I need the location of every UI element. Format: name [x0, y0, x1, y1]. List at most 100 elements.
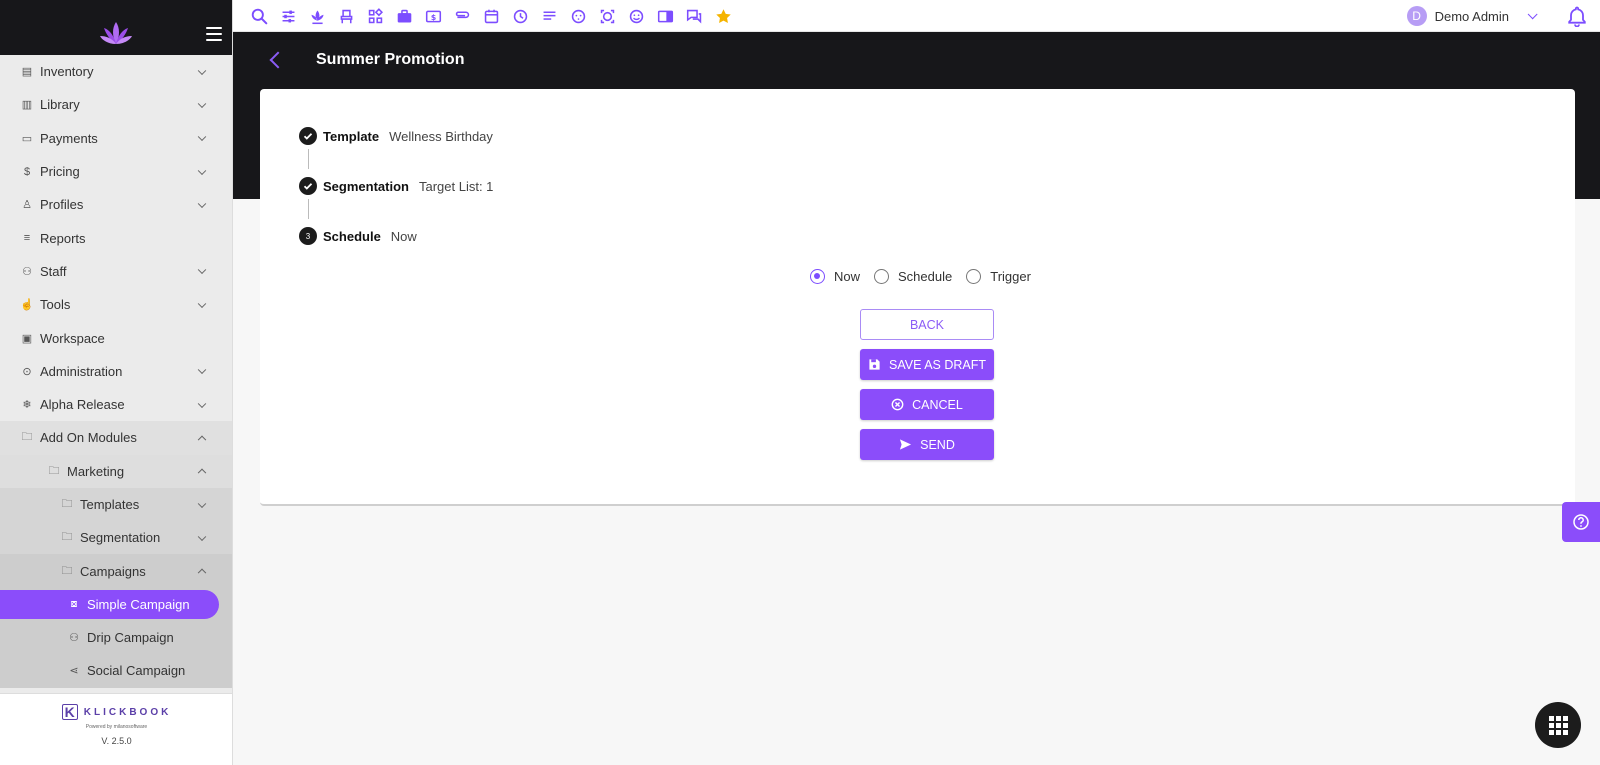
radio-schedule[interactable]: Schedule	[874, 269, 952, 284]
calendar-icon[interactable]	[477, 5, 506, 27]
sidebar-item-social-campaign[interactable]: ⋖ Social Campaign	[0, 654, 232, 688]
sliders-icon[interactable]	[274, 5, 303, 27]
save-icon	[869, 359, 880, 370]
clock-icon[interactable]	[506, 5, 535, 27]
briefcase-icon[interactable]	[390, 5, 419, 27]
user-menu[interactable]: D Demo Admin	[1406, 6, 1538, 26]
sidebar-item-pricing[interactable]: $ Pricing	[0, 154, 232, 189]
notes-icon[interactable]	[535, 5, 564, 27]
share-icon: ⋖	[69, 665, 79, 678]
step-title: Schedule	[323, 228, 381, 244]
save-as-draft-button[interactable]: SAVE AS DRAFT	[860, 349, 994, 380]
sidebar-item-templates[interactable]: 🗀 Templates	[0, 487, 232, 522]
chevron-down-icon	[197, 532, 207, 541]
star-icon[interactable]	[709, 5, 738, 27]
sidebar-item-profiles[interactable]: ♙ Profiles	[0, 188, 232, 222]
spa-icon[interactable]	[303, 5, 332, 27]
page-title: Summer Promotion	[316, 51, 465, 68]
chair-icon[interactable]	[332, 5, 361, 27]
campaign-icon: ⧇	[70, 597, 78, 610]
cancel-label: CANCEL	[912, 397, 963, 412]
reports-icon: ≡	[23, 232, 31, 245]
avatar: D	[1406, 6, 1427, 26]
apps-grid-button[interactable]	[1535, 702, 1581, 748]
payments-icon: ▭	[21, 132, 33, 145]
chat-icon[interactable]	[680, 5, 709, 27]
step-value: Target List: 1	[418, 178, 494, 194]
sidebar-item-tools[interactable]: ☝ Tools	[0, 288, 232, 322]
chevron-down-icon	[197, 399, 207, 408]
smile-icon[interactable]	[622, 5, 651, 27]
radio-icon	[874, 269, 890, 284]
widgets-icon[interactable]	[361, 5, 390, 27]
radio-now[interactable]: Now	[810, 269, 860, 284]
menu-toggle-button[interactable]	[206, 27, 222, 41]
step-value: Wellness Birthday	[389, 128, 493, 144]
sidebar-footer: K KLICKBOOK Powered by milanosoftware V.…	[0, 693, 232, 765]
sidebar-item-label: Pricing	[40, 164, 80, 180]
save-as-draft-label: SAVE AS DRAFT	[888, 357, 986, 372]
radio-label: Trigger	[990, 269, 1031, 284]
sidebar-item-payments[interactable]: ▭ Payments	[0, 121, 232, 155]
send-icon	[900, 439, 912, 450]
check-icon	[299, 127, 317, 145]
face-icon[interactable]	[564, 5, 593, 27]
sidebar: ▤ Inventory ▥ Library ▭ Payments $ Prici…	[0, 0, 233, 765]
sidebar-item-label: Staff	[40, 263, 67, 279]
step-title: Segmentation	[323, 178, 409, 194]
bell-icon[interactable]	[1566, 5, 1588, 27]
sidebar-item-label: Drip Campaign	[87, 630, 174, 646]
sidebar-nav: ▤ Inventory ▥ Library ▭ Payments $ Prici…	[0, 55, 232, 688]
radio-trigger[interactable]: Trigger	[966, 269, 1031, 284]
radio-label: Now	[834, 269, 861, 284]
library-icon: ▥	[21, 99, 33, 112]
sidebar-item-staff[interactable]: ⚇ Staff	[0, 254, 232, 289]
face-scan-icon[interactable]	[593, 5, 622, 27]
send-button[interactable]: SEND	[860, 429, 994, 460]
folder-icon: 🗀	[61, 531, 73, 544]
sidebar-item-workspace[interactable]: ▣ Workspace	[0, 321, 232, 355]
user-name: Demo Admin	[1434, 8, 1509, 24]
book-open-icon[interactable]	[651, 5, 680, 27]
sidebar-item-add-on-modules[interactable]: 🗀 Add On Modules	[0, 421, 232, 455]
sidebar-item-label: Inventory	[40, 64, 94, 80]
brand-name: KLICKBOOK	[83, 706, 172, 718]
cancel-button[interactable]: CANCEL	[860, 389, 994, 420]
money-icon[interactable]: $	[419, 5, 448, 27]
send-label: SEND	[920, 437, 955, 452]
chevron-down-icon	[197, 499, 207, 508]
search-icon[interactable]	[245, 5, 274, 27]
schedule-options: Now Schedule Trigger	[810, 269, 1031, 284]
folder-icon: 🗀	[61, 498, 73, 510]
sidebar-item-reports[interactable]: ≡ Reports	[0, 221, 232, 255]
step-title: Template	[323, 128, 380, 144]
folder-icon: 🗀	[48, 464, 60, 477]
help-button[interactable]	[1562, 502, 1600, 542]
sidebar-item-label: Templates	[80, 497, 140, 512]
sidebar-item-segmentation[interactable]: 🗀 Segmentation	[0, 521, 232, 555]
sidebar-item-drip-campaign[interactable]: ⚇ Drip Campaign	[0, 621, 232, 655]
chevron-down-icon	[197, 66, 207, 75]
back-button[interactable]: BACK	[860, 309, 994, 340]
chevron-up-icon	[197, 568, 207, 578]
chevron-down-icon	[197, 132, 207, 142]
sidebar-item-marketing[interactable]: 🗀 Marketing	[0, 454, 232, 488]
sidebar-item-alpha-release[interactable]: ❄ Alpha Release	[0, 387, 232, 422]
sidebar-item-inventory[interactable]: ▤ Inventory	[0, 55, 232, 89]
sidebar-item-simple-campaign[interactable]: ⧇ Simple Campaign	[0, 587, 232, 622]
chevron-up-icon	[197, 435, 207, 444]
dollar-icon: $	[23, 165, 31, 178]
attachment-icon[interactable]	[448, 5, 477, 27]
sidebar-item-library[interactable]: ▥ Library	[0, 88, 232, 122]
sidebar-item-label: Payments	[40, 130, 98, 146]
staff-icon: ⚇	[22, 265, 32, 278]
sidebar-item-administration[interactable]: ⊙ Administration	[0, 354, 232, 388]
admin-icon: ⊙	[22, 365, 32, 378]
sidebar-item-campaigns[interactable]: 🗀 Campaigns	[0, 554, 232, 588]
campaign-wizard-card: Template Wellness Birthday Segmentation …	[260, 89, 1575, 506]
step-value: Now	[390, 228, 417, 244]
chevron-down-icon	[197, 265, 207, 275]
sidebar-item-label: Campaigns	[80, 563, 146, 579]
svg-text:$: $	[431, 12, 436, 21]
powered-by: Powered by milanosoftware	[85, 724, 148, 730]
